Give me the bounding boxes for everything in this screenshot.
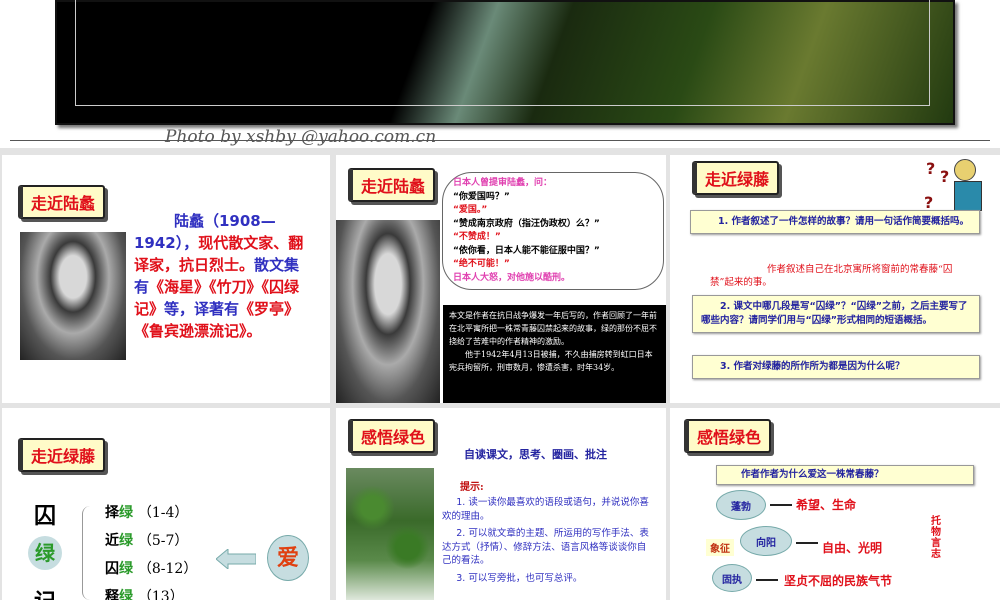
keyword-ellipse: 向阳 — [740, 526, 792, 556]
side-label: 托物言志 — [931, 516, 941, 560]
slide-banner: 感悟绿色 — [348, 419, 436, 453]
title-char-3: 记 — [34, 584, 56, 600]
meaning-text: 坚贞不屈的民族气节 — [784, 574, 893, 588]
info-black-box: 本文是作者在抗日战争爆发一年后写的，作者回顾了一年前在北平寓所把一株常青藤囚禁起… — [443, 305, 666, 403]
love-circle: 爱 — [267, 535, 309, 581]
title-char-2: 绿 — [28, 536, 62, 570]
frame-line — [10, 140, 990, 141]
question-2: 2. 课文中哪几段是写“囚绿”？“囚绿”之前，之后主要写了哪些内容？请同学们用与… — [692, 295, 980, 333]
photo-caption: Photo by xshby @yahoo.com.cn — [165, 127, 437, 147]
keyword-ellipse: 固执 — [712, 564, 752, 592]
arrow-right-icon — [770, 504, 792, 506]
symbol-label: 象征 — [706, 539, 734, 556]
slide-banner: 感悟绿色 — [684, 419, 772, 453]
question-3: 3. 作者对绿藤的所作所为都是因为什么呢？ — [692, 355, 980, 379]
slide-thumbnail-6[interactable]: 感悟绿色 自读课文，思考、圈画、批注 提示: 1. 读一读你最喜欢的语段或语句，… — [336, 408, 666, 600]
meaning-text: 希望、生命 — [796, 498, 857, 512]
slide-banner: 走近绿藤 — [692, 161, 780, 195]
slide-thumbnail-2[interactable]: 走近陆蠡 陆蠡（1908—1942），现代散文家、翻译家，抗日烈士。散文集有《海… — [2, 155, 330, 403]
portrait-photo — [336, 220, 440, 403]
stage-list: 择绿 （1-4） 近绿 （5-7） 囚绿 （8-12） 释绿 （13） — [105, 499, 197, 600]
speech-bubble: 日本人曾提审陆蠡，问： “你爱国吗？” “爱国。” “赞成南京政府（指汪伪政权）… — [442, 172, 664, 290]
slide-banner: 走近绿藤 — [18, 438, 106, 472]
slide-thumbnail-1[interactable]: Photo by xshby @yahoo.com.cn — [0, 0, 1000, 148]
brace — [82, 506, 92, 600]
title-char-1: 囚 — [34, 503, 57, 529]
tip-list: 1. 读一读你最喜欢的语段或语句，并说说你喜欢的理由。 2. 可以就文章的主题、… — [442, 497, 649, 584]
slide-heading: 自读课文，思考、圈画、批注 — [464, 448, 607, 461]
slide-thumbnail-5[interactable]: 走近绿藤 囚 绿 记 择绿 （1-4） 近绿 （5-7） 囚绿 （8-12） 释… — [2, 408, 330, 600]
stage-item: 择绿 （1-4） — [105, 505, 189, 521]
answer-1: 作者叙述自己在北京寓所将窗前的常春藤“囚禁”起来的事。 — [710, 264, 953, 288]
stage-item: 囚绿 （8-12） — [105, 561, 198, 577]
stage-item: 释绿 （13） — [105, 589, 184, 600]
slide-thumbnail-4[interactable]: 走近绿藤 ??? 1. 作者叙述了一件怎样的故事？请用一句话作简要概括吗。 作者… — [670, 155, 1000, 403]
slide-thumbnail-7[interactable]: 感悟绿色 作者作者为什么爱这一株常春藤？ 蓬勃 希望、生命 象征 向阳 自由、光… — [670, 408, 1000, 600]
hint-label: 提示: — [460, 482, 484, 493]
stage-item: 近绿 （5-7） — [105, 533, 189, 549]
keyword-ellipse: 蓬勃 — [716, 490, 766, 520]
photo-inner-border — [75, 0, 930, 106]
slide-banner: 走近陆蠡 — [18, 185, 106, 219]
slide-thumbnail-3[interactable]: 走近陆蠡 日本人曾提审陆蠡，问： “你爱国吗？” “爱国。” “赞成南京政府（指… — [336, 155, 666, 403]
question-box: 作者作者为什么爱这一株常春藤？ — [716, 465, 974, 485]
ivy-photo — [346, 468, 434, 600]
arrow-right-icon — [756, 579, 778, 581]
arrow-left-icon — [215, 547, 257, 571]
question-1: 1. 作者叙述了一件怎样的故事？请用一句话作简要概括吗。 — [690, 210, 980, 234]
meaning-text: 自由、光明 — [822, 541, 883, 555]
portrait-photo — [20, 232, 126, 360]
arrow-right-icon — [796, 542, 818, 544]
slide-banner: 走近陆蠡 — [348, 168, 436, 202]
bio-text: 陆蠡（1908—1942），现代散文家、翻译家，抗日烈士。散文集有《海星》《竹刀… — [134, 212, 304, 340]
thinking-professor-icon: ??? — [920, 157, 990, 212]
